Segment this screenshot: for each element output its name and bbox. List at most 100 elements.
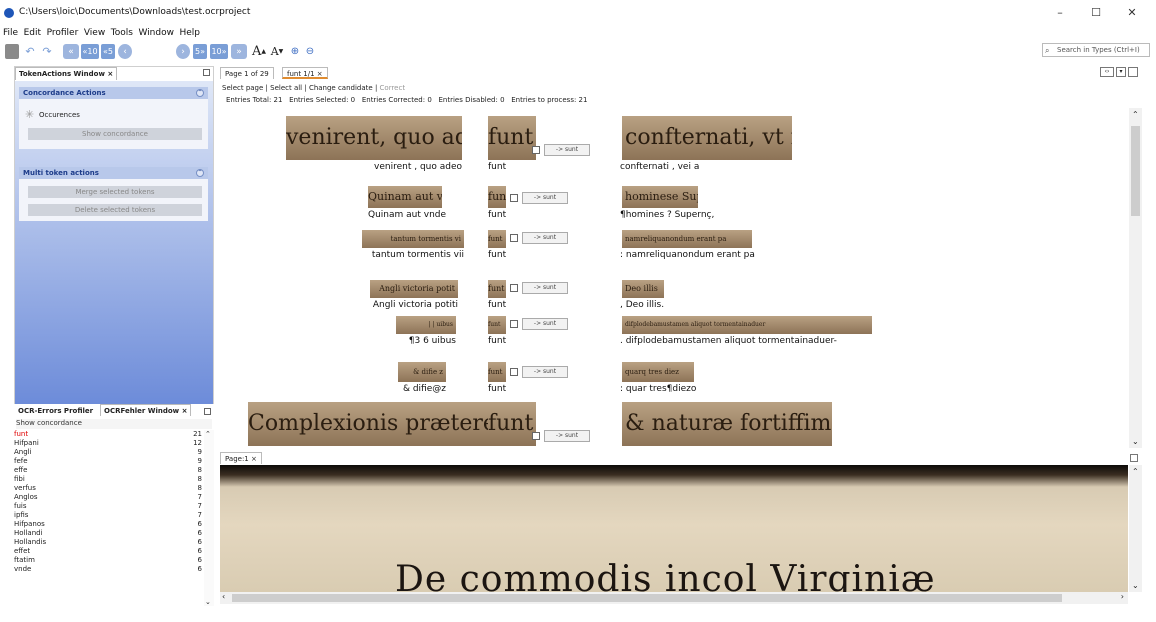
scroll-up-icon[interactable]: ⌃ <box>1132 467 1139 476</box>
scroll-thumb[interactable] <box>232 594 1062 602</box>
token-checkbox[interactable] <box>510 234 518 242</box>
token-checkbox[interactable] <box>532 432 540 440</box>
concordance-actions-header[interactable]: Concordance Actions ⌃ <box>19 87 208 99</box>
token-checkbox[interactable] <box>510 320 518 328</box>
last-page-icon[interactable]: » <box>231 44 247 59</box>
page-view-hscrollbar[interactable]: ‹ › <box>220 592 1128 604</box>
token-image[interactable]: funt <box>488 362 506 382</box>
word-list-row[interactable]: effet 6 <box>14 547 204 556</box>
scroll-thumb[interactable] <box>1131 126 1140 216</box>
word-list-row[interactable]: Hollandi 6 <box>14 529 204 538</box>
minimize-panel-icon[interactable] <box>203 69 210 76</box>
merge-tokens-button[interactable]: Merge selected tokens <box>28 186 202 198</box>
menu-file[interactable]: File <box>3 28 18 38</box>
correct-to-sunt-button[interactable]: -> sunt <box>522 318 568 330</box>
redo-icon[interactable]: ↷ <box>40 44 54 59</box>
first-page-icon[interactable]: « <box>63 44 79 59</box>
word-list-row[interactable]: Angli 9 <box>14 448 204 457</box>
token-checkbox[interactable] <box>510 284 518 292</box>
type-search-input[interactable]: ⌕ Search in Types (Ctrl+I) <box>1042 43 1150 57</box>
delete-tokens-button[interactable]: Delete selected tokens <box>28 204 202 216</box>
token-image[interactable]: funt <box>488 116 536 160</box>
correct-link[interactable]: Correct <box>380 84 406 92</box>
word-list-row[interactable]: ftatim 6 <box>14 556 204 565</box>
menu-view[interactable]: View <box>84 28 105 38</box>
menu-window[interactable]: Window <box>138 28 174 38</box>
zoom-out-icon[interactable]: ⊖ <box>304 44 316 59</box>
concordance-scrollbar[interactable]: ⌃ ⌄ <box>1129 108 1142 448</box>
prev-page-icon[interactable]: ‹ <box>118 44 132 59</box>
word-list-row[interactable]: Hifpani 12 <box>14 439 204 448</box>
word-list-row[interactable]: fefe 9 <box>14 457 204 466</box>
save-icon[interactable] <box>5 44 19 59</box>
multi-token-actions-header[interactable]: Multi token actions ⌃ <box>19 167 208 179</box>
word-list-row[interactable]: fibi 8 <box>14 475 204 484</box>
zoom-in-icon[interactable]: ⊕ <box>289 44 301 59</box>
token-image[interactable]: funt <box>488 280 506 298</box>
maximize-button[interactable]: ☐ <box>1084 5 1108 21</box>
correct-to-sunt-button[interactable]: -> sunt <box>522 282 568 294</box>
word-list-row[interactable]: ipfis 7 <box>14 511 204 520</box>
token-checkbox[interactable] <box>532 146 540 154</box>
token-image[interactable]: funt <box>488 316 506 334</box>
minimize-panel-icon[interactable] <box>1130 454 1138 462</box>
next-page-icon[interactable]: › <box>176 44 190 59</box>
scroll-up-icon[interactable]: ⌃ <box>1132 110 1139 119</box>
menu-help[interactable]: Help <box>180 28 201 38</box>
word-list-scrollbar[interactable]: ⌃ ⌄ <box>204 430 214 606</box>
token-actions-tab[interactable]: TokenActions Window × <box>15 67 118 80</box>
font-increase-button[interactable]: A ▲ <box>252 44 266 59</box>
show-concordance-button[interactable]: Show concordance <box>28 128 202 140</box>
scroll-down-icon[interactable]: ⌄ <box>1132 581 1139 590</box>
maximize-tab-icon[interactable] <box>1128 67 1138 77</box>
show-concordance-link[interactable]: Show concordance <box>16 419 212 429</box>
word-list-row[interactable]: Anglos 7 <box>14 493 204 502</box>
menu-tools[interactable]: Tools <box>111 28 133 38</box>
tab-page-view[interactable]: Page:1 × <box>220 452 262 464</box>
page-view-scrollbar[interactable]: ⌃ ⌄ <box>1129 465 1142 592</box>
minimize-panel-icon[interactable] <box>204 408 211 415</box>
collapse-icon[interactable]: ⌃ <box>196 89 204 97</box>
collapse-icon[interactable]: ⌃ <box>196 169 204 177</box>
correct-to-sunt-button[interactable]: -> sunt <box>522 366 568 378</box>
scroll-right-icon[interactable]: › <box>1121 592 1124 601</box>
ocrfehler-window-tab[interactable]: OCRFehler Window × <box>100 404 192 416</box>
undo-icon[interactable]: ↶ <box>23 44 37 59</box>
back-5-button[interactable]: «5 <box>101 44 115 59</box>
word-list-row[interactable]: funt 21 <box>14 430 204 439</box>
word-list-row[interactable]: Hollandis 6 <box>14 538 204 547</box>
word-list-row[interactable]: vnde 6 <box>14 565 204 574</box>
correct-to-sunt-button[interactable]: -> sunt <box>544 144 590 156</box>
scroll-up-icon[interactable]: ⌃ <box>205 430 211 438</box>
scroll-down-icon[interactable]: ⌄ <box>1132 437 1139 446</box>
tab-scroll-icon[interactable]: ‹› <box>1100 67 1114 77</box>
minimize-button[interactable]: – <box>1048 5 1072 21</box>
forward-5-button[interactable]: 5» <box>193 44 207 59</box>
token-image[interactable]: funt <box>488 402 536 446</box>
close-window-button[interactable]: ✕ <box>1120 5 1144 21</box>
tab-list-icon[interactable]: ▾ <box>1116 67 1126 77</box>
scroll-down-icon[interactable]: ⌄ <box>205 598 211 606</box>
correct-to-sunt-button[interactable]: -> sunt <box>544 430 590 442</box>
font-decrease-button[interactable]: A ▼ <box>270 44 284 59</box>
back-10-button[interactable]: «10 <box>81 44 99 59</box>
forward-10-button[interactable]: 10» <box>210 44 228 59</box>
token-checkbox[interactable] <box>510 368 518 376</box>
correct-to-sunt-button[interactable]: -> sunt <box>522 192 568 204</box>
correct-to-sunt-button[interactable]: -> sunt <box>522 232 568 244</box>
word-list-row[interactable]: fuis 7 <box>14 502 204 511</box>
tab-funt[interactable]: funt 1/1 × <box>282 67 328 79</box>
token-image[interactable]: funt <box>488 186 506 208</box>
change-candidate-link[interactable]: Change candidate <box>309 84 373 92</box>
word-list-row[interactable]: verfus 8 <box>14 484 204 493</box>
tab-page[interactable]: Page 1 of 29 <box>220 67 274 79</box>
word-list-row[interactable]: Hifpanos 6 <box>14 520 204 529</box>
ocr-errors-profiler-tab[interactable]: OCR-Errors Profiler <box>14 404 97 416</box>
menu-profiler[interactable]: Profiler <box>47 28 79 38</box>
select-page-link[interactable]: Select page <box>222 84 263 92</box>
menu-edit[interactable]: Edit <box>24 28 41 38</box>
scroll-left-icon[interactable]: ‹ <box>222 592 225 601</box>
token-image[interactable]: funt <box>488 230 506 248</box>
word-list-row[interactable]: effe 8 <box>14 466 204 475</box>
select-all-link[interactable]: Select all <box>270 84 302 92</box>
